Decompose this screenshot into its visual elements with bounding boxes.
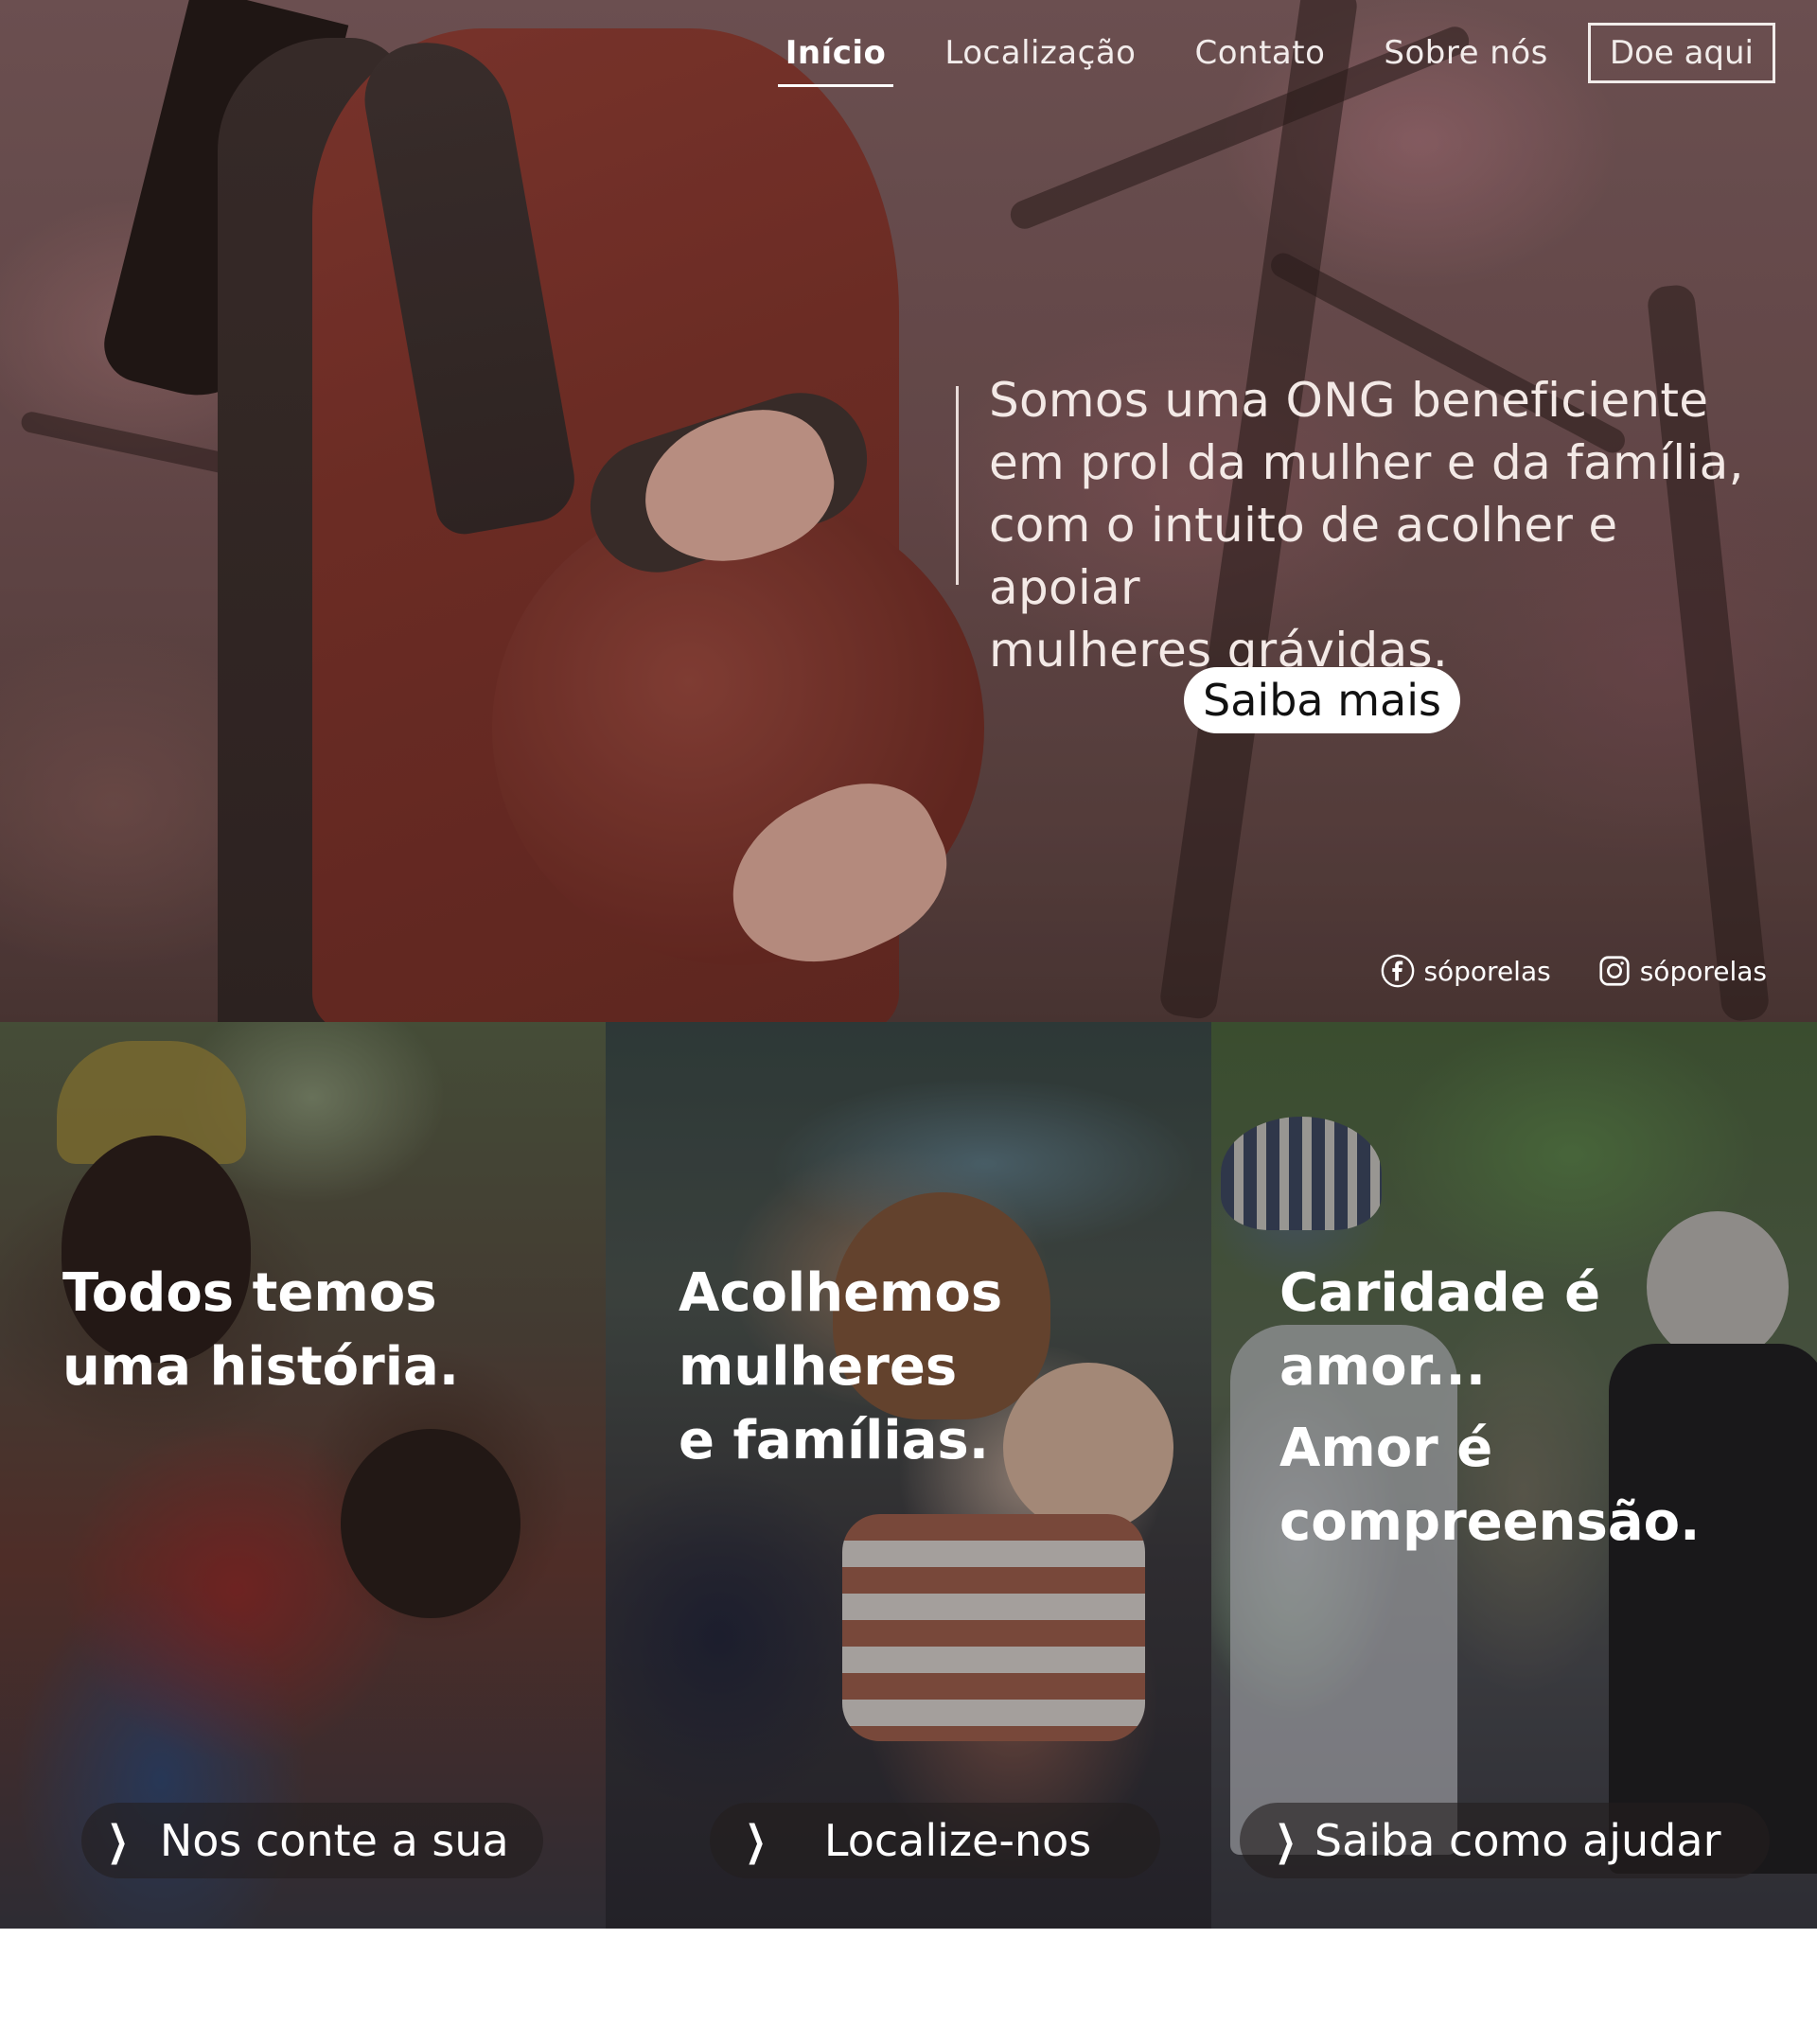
card-subtitle: Amor é compreensão. (1279, 1412, 1772, 1559)
card-link-label: Saiba como ajudar (1314, 1815, 1721, 1866)
nav-item-localizacao[interactable]: Localização (944, 34, 1136, 72)
card-overlay (0, 1022, 606, 1929)
mission-statement: Somos uma ONG beneficiente em prol da mu… (956, 369, 1779, 681)
instagram-handle: sóporelas (1639, 955, 1767, 987)
card-title-line: Acolhemos (679, 1262, 1003, 1324)
nav-item-contato[interactable]: Contato (1194, 34, 1325, 72)
instagram-icon (1599, 956, 1630, 986)
card-title-line: Caridade é (1279, 1262, 1601, 1324)
facebook-icon (1382, 954, 1415, 988)
card-title-line: uma história. (62, 1336, 460, 1398)
card-subtitle-line: Amor é (1279, 1418, 1493, 1479)
nav-item-inicio[interactable]: Início (777, 34, 894, 87)
card-title-line: Todos temos (62, 1262, 437, 1324)
card-title: Todos temos uma história. (62, 1257, 555, 1404)
social-links: sóporelas sóporelas (1380, 953, 1767, 989)
facebook-link[interactable]: sóporelas (1380, 953, 1551, 989)
card-title: Caridade é amor... Amor é compreensão. (1279, 1257, 1772, 1559)
top-nav: Início Localização Contato Sobre nós Doe… (727, 23, 1775, 87)
instagram-link[interactable]: sóporelas (1596, 953, 1767, 989)
how-to-help-link[interactable]: ❯ Saiba como ajudar (1240, 1803, 1770, 1878)
chevron-right-icon: ❯ (745, 1816, 767, 1865)
card-charity: Caridade é amor... Amor é compreensão. ❯… (1211, 1022, 1817, 1929)
hero-section: Início Localização Contato Sobre nós Doe… (0, 0, 1817, 1022)
card-link-label: Nos conte a sua (159, 1815, 509, 1866)
card-subtitle-line: compreensão. (1279, 1491, 1701, 1553)
card-title-line: e famílias. (679, 1410, 989, 1471)
learn-more-button[interactable]: Saiba mais (1184, 667, 1460, 733)
card-story: Todos temos uma história. ❯ Nos conte a … (0, 1022, 606, 1929)
mission-accent-bar (956, 386, 959, 585)
card-title-line: amor... (1279, 1336, 1487, 1398)
donate-button[interactable]: Doe aqui (1587, 23, 1775, 83)
chevron-right-icon: ❯ (1275, 1816, 1297, 1865)
mission-line: em prol da mulher e da família, (989, 435, 1744, 490)
card-link-label: Localize-nos (823, 1815, 1092, 1866)
card-title-line: mulheres (679, 1336, 958, 1398)
tell-your-story-link[interactable]: ❯ Nos conte a sua (81, 1803, 543, 1878)
mission-text: Somos uma ONG beneficiente em prol da mu… (989, 369, 1779, 681)
mission-line: Somos uma ONG beneficiente (989, 373, 1709, 428)
card-title: Acolhemos mulheres e famílias. (679, 1257, 1171, 1478)
mission-line: com o intuito de acolher e apoiar (989, 498, 1618, 615)
card-welcome: Acolhemos mulheres e famílias. ❯ Localiz… (606, 1022, 1211, 1929)
nav-item-sobre-nos[interactable]: Sobre nós (1384, 34, 1548, 72)
locate-us-link[interactable]: ❯ Localize-nos (710, 1803, 1160, 1878)
chevron-right-icon: ❯ (107, 1816, 129, 1865)
facebook-handle: sóporelas (1423, 955, 1551, 987)
feature-cards: Todos temos uma história. ❯ Nos conte a … (0, 1022, 1817, 1929)
